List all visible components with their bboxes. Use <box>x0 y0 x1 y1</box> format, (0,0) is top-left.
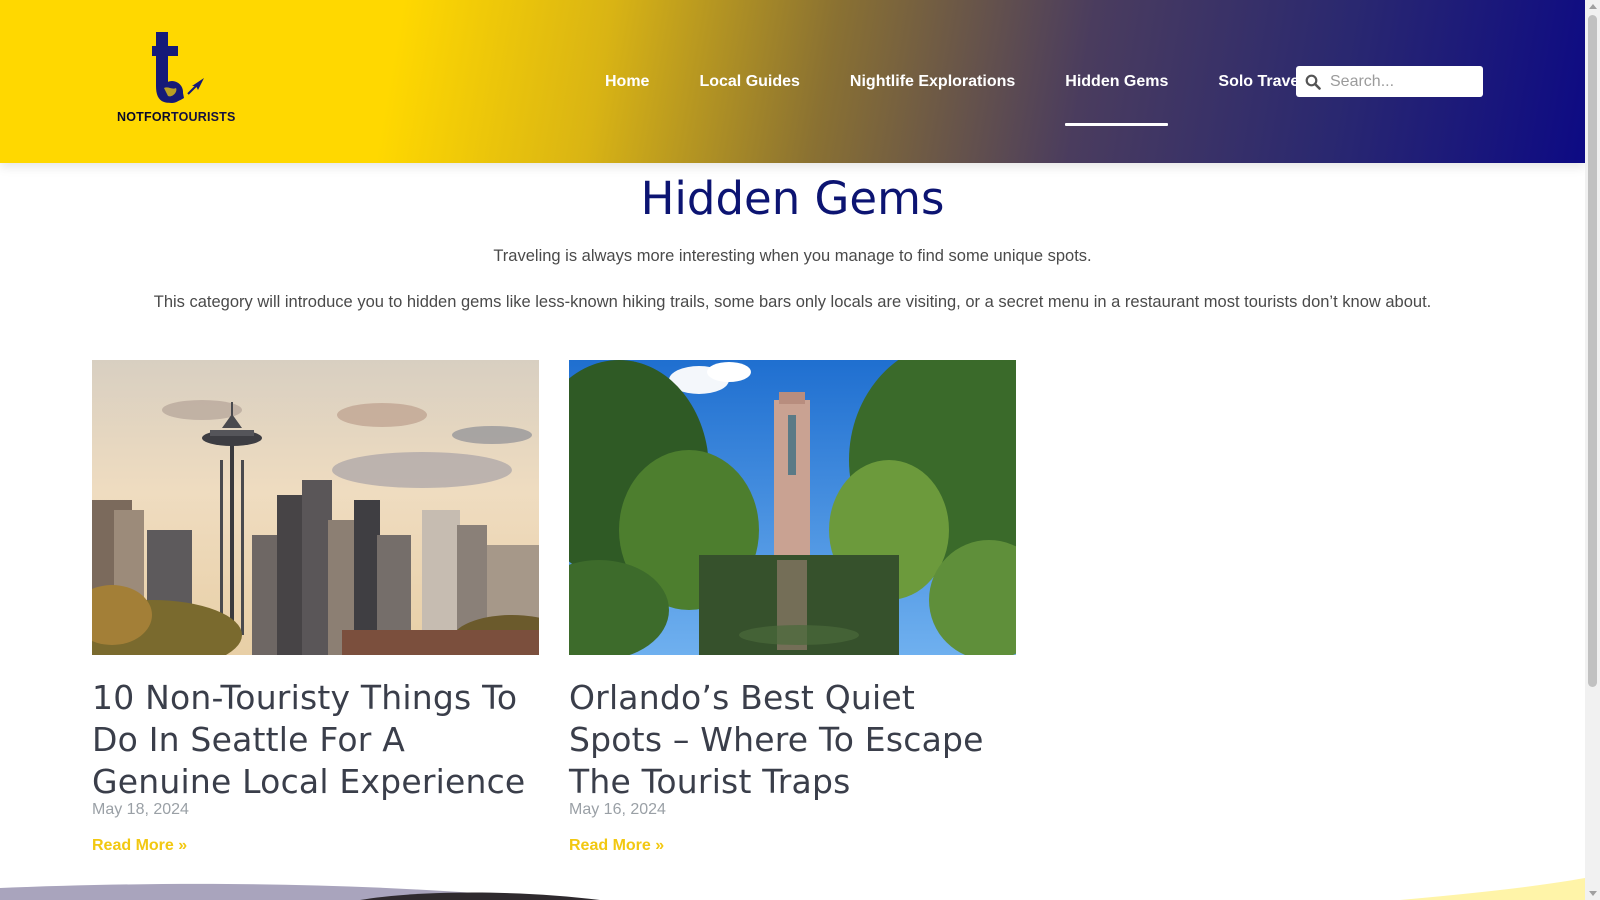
logo-text-part-2: TOURISTS <box>170 110 236 124</box>
post-card: 10 Non-Touristy Things To Do In Seattle … <box>92 360 539 855</box>
search-input[interactable] <box>1330 72 1475 91</box>
category-intro-line-1: Traveling is always more interesting whe… <box>493 247 1092 265</box>
post-card: Orlando’s Best Quiet Spots – Where To Es… <box>569 360 1016 855</box>
nav-item-hidden-gems[interactable]: Hidden Gems <box>1040 70 1193 126</box>
scrollbar-thumb[interactable] <box>1588 15 1597 687</box>
nav-item-home[interactable]: Home <box>580 70 674 96</box>
post-date: May 16, 2024 <box>569 801 666 818</box>
page-scrollbar[interactable] <box>1585 0 1600 900</box>
site-header: NOTFORTOURISTS Home Local Guides Nightli… <box>0 0 1585 163</box>
scroll-up-arrow-icon[interactable] <box>1589 4 1597 9</box>
logo-text-part-1: NOTFOR <box>117 110 171 124</box>
post-date: May 18, 2024 <box>92 801 189 818</box>
scroll-down-arrow-icon[interactable] <box>1589 891 1597 896</box>
nav-item-local-guides[interactable]: Local Guides <box>674 70 824 96</box>
read-more-link[interactable]: Read More » <box>569 837 664 855</box>
post-title[interactable]: Orlando’s Best Quiet Spots – Where To Es… <box>569 677 1016 803</box>
search-icon[interactable] <box>1296 66 1330 97</box>
search-box <box>1296 66 1483 97</box>
read-more-link[interactable]: Read More » <box>92 837 187 855</box>
logo-text[interactable]: NOTFORTOURISTS <box>117 110 236 124</box>
post-thumbnail-seattle[interactable] <box>92 360 539 655</box>
post-title[interactable]: 10 Non-Touristy Things To Do In Seattle … <box>92 677 539 803</box>
footer-wave-decoration <box>0 878 1585 900</box>
nav-item-nightlife-explorations[interactable]: Nightlife Explorations <box>825 70 1040 96</box>
main-nav: Home Local Guides Nightlife Explorations… <box>580 70 1329 126</box>
post-thumbnail-orlando[interactable] <box>569 360 1016 655</box>
page-title: Hidden Gems <box>640 172 945 225</box>
category-intro-line-2: This category will introduce you to hidd… <box>153 293 1432 311</box>
